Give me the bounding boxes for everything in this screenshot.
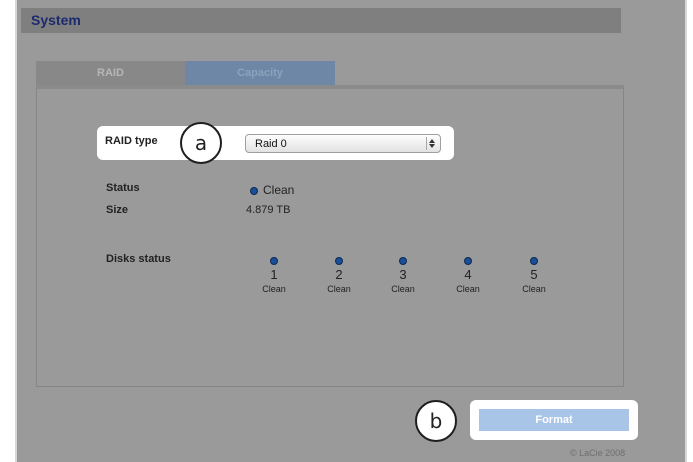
tab-capacity[interactable]: Capacity bbox=[185, 61, 335, 85]
disk-item: 3 Clean bbox=[378, 257, 428, 294]
disk-status: Clean bbox=[522, 284, 546, 294]
status-value: Clean bbox=[263, 183, 295, 197]
raid-type-label: RAID type bbox=[105, 135, 158, 147]
status-indicator-icon bbox=[250, 187, 258, 195]
disk-number: 5 bbox=[530, 267, 538, 282]
disk-indicator-icon bbox=[464, 257, 472, 265]
disk-item: 4 Clean bbox=[443, 257, 493, 294]
disk-status: Clean bbox=[262, 284, 286, 294]
disk-status: Clean bbox=[391, 284, 415, 294]
disk-indicator-icon bbox=[530, 257, 538, 265]
disk-item: 1 Clean bbox=[249, 257, 299, 294]
disk-item: 2 Clean bbox=[314, 257, 364, 294]
disk-item: 5 Clean bbox=[509, 257, 559, 294]
raid-type-highlight: RAID type Raid 0 bbox=[97, 126, 454, 160]
disk-indicator-icon bbox=[270, 257, 278, 265]
tab-raid[interactable]: RAID bbox=[36, 61, 185, 85]
disk-number: 3 bbox=[399, 267, 407, 282]
callout-a: a bbox=[180, 122, 222, 164]
disk-status: Clean bbox=[327, 284, 351, 294]
disk-number: 1 bbox=[270, 267, 278, 282]
status-label: Status bbox=[106, 182, 140, 194]
size-value: 4.879 TB bbox=[246, 204, 291, 216]
callout-b: b bbox=[415, 400, 457, 442]
copyright-text: © LaCie 2008 bbox=[570, 448, 626, 458]
page-title: System bbox=[31, 12, 81, 28]
size-label: Size bbox=[106, 204, 129, 216]
disk-status: Clean bbox=[456, 284, 480, 294]
disk-indicator-icon bbox=[335, 257, 343, 265]
format-highlight: Format bbox=[470, 400, 638, 440]
disks-status-label: Disks status bbox=[106, 253, 171, 265]
disk-indicator-icon bbox=[399, 257, 407, 265]
raid-type-value: Raid 0 bbox=[255, 138, 287, 150]
system-header: System bbox=[21, 8, 621, 33]
format-button[interactable]: Format bbox=[479, 409, 629, 431]
disk-number: 2 bbox=[335, 267, 343, 282]
select-arrows-icon bbox=[426, 137, 436, 150]
raid-type-select[interactable]: Raid 0 bbox=[245, 134, 441, 153]
disk-number: 4 bbox=[464, 267, 472, 282]
